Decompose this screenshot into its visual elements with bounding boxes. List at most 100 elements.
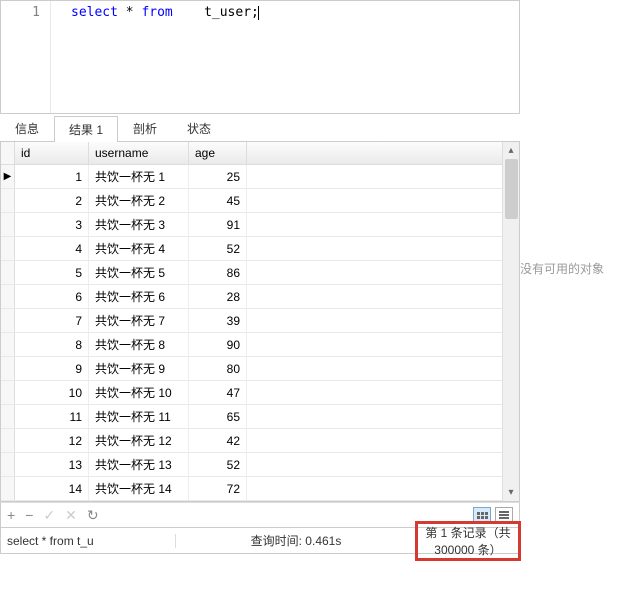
- row-gutter[interactable]: [1, 357, 15, 380]
- cell-id[interactable]: 4: [15, 237, 89, 260]
- cell-id[interactable]: 14: [15, 477, 89, 500]
- cell-username[interactable]: 共饮一杯无 3: [89, 213, 189, 236]
- table-row[interactable]: 8共饮一杯无 890: [1, 333, 519, 357]
- cell-username[interactable]: 共饮一杯无 1: [89, 165, 189, 188]
- cell-age[interactable]: 52: [189, 453, 247, 476]
- row-gutter[interactable]: [1, 285, 15, 308]
- column-header-age[interactable]: age: [189, 142, 247, 164]
- cell-blank: [247, 381, 519, 404]
- table-row[interactable]: 3共饮一杯无 391: [1, 213, 519, 237]
- remove-row-button[interactable]: −: [25, 507, 33, 523]
- row-gutter[interactable]: ▶: [1, 165, 15, 188]
- cell-id[interactable]: 12: [15, 429, 89, 452]
- cell-username[interactable]: 共饮一杯无 14: [89, 477, 189, 500]
- row-gutter[interactable]: [1, 333, 15, 356]
- cell-age[interactable]: 47: [189, 381, 247, 404]
- sql-table-name: t_user;: [204, 5, 259, 20]
- status-query-time: 查询时间: 0.461s: [176, 532, 417, 549]
- row-gutter[interactable]: [1, 429, 15, 452]
- table-row[interactable]: 13共饮一杯无 1352: [1, 453, 519, 477]
- tab-profile[interactable]: 剖析: [118, 115, 172, 141]
- refresh-button[interactable]: ↻: [87, 507, 99, 524]
- cell-id[interactable]: 9: [15, 357, 89, 380]
- cell-id[interactable]: 2: [15, 189, 89, 212]
- scroll-down-icon[interactable]: ▾: [503, 484, 519, 501]
- tab-info[interactable]: 信息: [0, 115, 54, 141]
- cell-id[interactable]: 8: [15, 333, 89, 356]
- cell-id[interactable]: 11: [15, 405, 89, 428]
- table-row[interactable]: 7共饮一杯无 739: [1, 309, 519, 333]
- table-row[interactable]: 14共饮一杯无 1472: [1, 477, 519, 501]
- row-gutter[interactable]: [1, 213, 15, 236]
- side-panel-empty-text: 没有可用的对象: [520, 260, 632, 277]
- cell-blank: [247, 261, 519, 284]
- cell-age[interactable]: 72: [189, 477, 247, 500]
- scroll-up-icon[interactable]: ▴: [503, 142, 519, 159]
- cell-age[interactable]: 90: [189, 333, 247, 356]
- cell-id[interactable]: 1: [15, 165, 89, 188]
- cell-id[interactable]: 10: [15, 381, 89, 404]
- row-gutter-header: [1, 142, 15, 164]
- table-row[interactable]: 12共饮一杯无 1242: [1, 429, 519, 453]
- row-gutter[interactable]: [1, 477, 15, 500]
- cell-blank: [247, 213, 519, 236]
- row-gutter[interactable]: [1, 381, 15, 404]
- cell-age[interactable]: 52: [189, 237, 247, 260]
- cell-username[interactable]: 共饮一杯无 7: [89, 309, 189, 332]
- grid-body: ▶1共饮一杯无 1252共饮一杯无 2453共饮一杯无 3914共饮一杯无 45…: [1, 165, 519, 501]
- cell-username[interactable]: 共饮一杯无 9: [89, 357, 189, 380]
- cell-age[interactable]: 25: [189, 165, 247, 188]
- add-row-button[interactable]: +: [7, 507, 15, 523]
- table-row[interactable]: ▶1共饮一杯无 125: [1, 165, 519, 189]
- cell-id[interactable]: 7: [15, 309, 89, 332]
- cell-age[interactable]: 45: [189, 189, 247, 212]
- row-gutter[interactable]: [1, 189, 15, 212]
- table-row[interactable]: 9共饮一杯无 980: [1, 357, 519, 381]
- tab-result-1[interactable]: 结果 1: [54, 116, 118, 142]
- row-gutter[interactable]: [1, 237, 15, 260]
- cell-age[interactable]: 86: [189, 261, 247, 284]
- sql-text[interactable]: select * from t_user;: [51, 1, 519, 20]
- column-header-id[interactable]: id: [15, 142, 89, 164]
- cell-blank: [247, 189, 519, 212]
- cell-id[interactable]: 13: [15, 453, 89, 476]
- cell-age[interactable]: 91: [189, 213, 247, 236]
- row-gutter[interactable]: [1, 405, 15, 428]
- row-gutter[interactable]: [1, 309, 15, 332]
- sql-editor[interactable]: 1 select * from t_user;: [0, 0, 520, 114]
- apply-button[interactable]: ✓: [43, 507, 55, 524]
- cell-username[interactable]: 共饮一杯无 13: [89, 453, 189, 476]
- cell-username[interactable]: 共饮一杯无 8: [89, 333, 189, 356]
- table-row[interactable]: 6共饮一杯无 628: [1, 285, 519, 309]
- cell-id[interactable]: 3: [15, 213, 89, 236]
- cell-username[interactable]: 共饮一杯无 5: [89, 261, 189, 284]
- cell-age[interactable]: 39: [189, 309, 247, 332]
- cell-id[interactable]: 6: [15, 285, 89, 308]
- grid-vertical-scrollbar[interactable]: ▴ ▾: [502, 142, 519, 501]
- cell-age[interactable]: 42: [189, 429, 247, 452]
- cell-age[interactable]: 65: [189, 405, 247, 428]
- cancel-button[interactable]: ✕: [65, 507, 77, 524]
- sql-keyword-from: from: [141, 5, 172, 20]
- cell-username[interactable]: 共饮一杯无 10: [89, 381, 189, 404]
- table-row[interactable]: 2共饮一杯无 245: [1, 189, 519, 213]
- cell-age[interactable]: 28: [189, 285, 247, 308]
- tab-status[interactable]: 状态: [172, 115, 226, 141]
- row-gutter[interactable]: [1, 261, 15, 284]
- grid-header: id username age: [1, 142, 519, 165]
- table-row[interactable]: 11共饮一杯无 1165: [1, 405, 519, 429]
- cell-username[interactable]: 共饮一杯无 2: [89, 189, 189, 212]
- cell-age[interactable]: 80: [189, 357, 247, 380]
- cell-username[interactable]: 共饮一杯无 11: [89, 405, 189, 428]
- row-gutter[interactable]: [1, 453, 15, 476]
- scroll-thumb[interactable]: [505, 159, 518, 219]
- result-grid: id username age ▶1共饮一杯无 1252共饮一杯无 2453共饮…: [0, 142, 520, 502]
- column-header-username[interactable]: username: [89, 142, 189, 164]
- cell-username[interactable]: 共饮一杯无 12: [89, 429, 189, 452]
- table-row[interactable]: 4共饮一杯无 452: [1, 237, 519, 261]
- table-row[interactable]: 5共饮一杯无 586: [1, 261, 519, 285]
- table-row[interactable]: 10共饮一杯无 1047: [1, 381, 519, 405]
- cell-username[interactable]: 共饮一杯无 4: [89, 237, 189, 260]
- cell-username[interactable]: 共饮一杯无 6: [89, 285, 189, 308]
- cell-id[interactable]: 5: [15, 261, 89, 284]
